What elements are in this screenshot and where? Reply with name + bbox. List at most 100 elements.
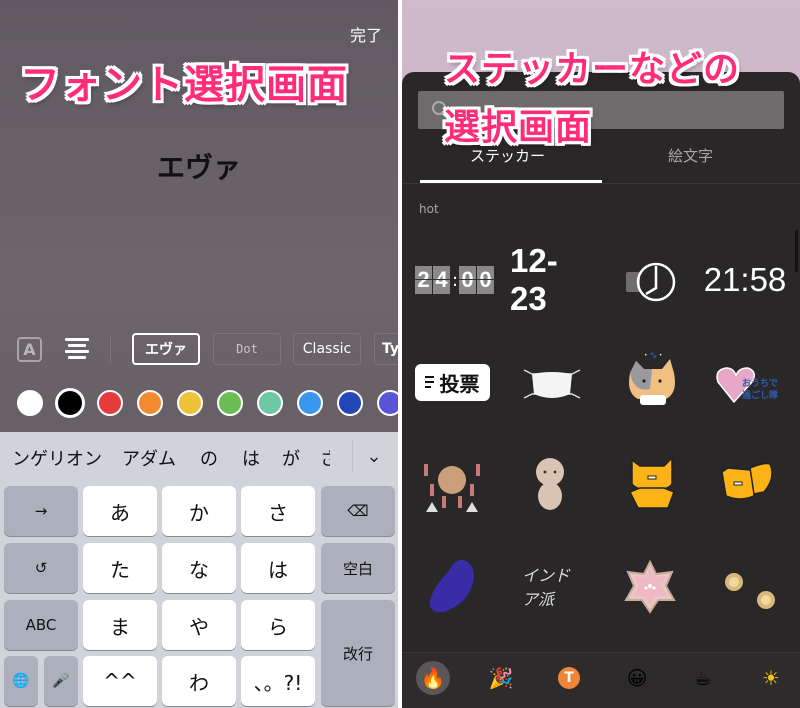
poodle-icon bbox=[536, 458, 564, 510]
sticker-mask[interactable] bbox=[520, 364, 584, 404]
next-candidate-key[interactable]: → bbox=[4, 486, 78, 536]
sticker-poodle[interactable] bbox=[522, 454, 578, 514]
sticker-purple-glitter[interactable] bbox=[424, 556, 480, 616]
kana-key[interactable]: は bbox=[241, 543, 315, 593]
stay-home-icon: おうちで 過ごし隊 bbox=[716, 367, 779, 404]
kana-key[interactable]: か bbox=[162, 486, 236, 536]
emoticon-key[interactable]: ^^ bbox=[83, 656, 157, 706]
punctuation-key[interactable]: 、。?! bbox=[241, 656, 315, 706]
color-swatch[interactable] bbox=[257, 390, 283, 416]
sticker-pomeranian[interactable] bbox=[420, 454, 484, 514]
chevron-down-icon[interactable]: ⌄ bbox=[362, 446, 386, 467]
sticker-selection-screen: ステッカー 絵文字 hot 2 4 : 0 0 12-23 21:58 投票 •… bbox=[402, 0, 800, 708]
category-coffee-icon[interactable]: ☕ bbox=[686, 661, 720, 695]
undo-key[interactable]: ↺ bbox=[4, 543, 78, 593]
sticker-flip-clock[interactable]: 2 4 : 0 0 bbox=[414, 262, 495, 298]
kana-key[interactable]: さ bbox=[241, 486, 315, 536]
category-grinning-face-icon[interactable]: 😀 bbox=[620, 661, 654, 695]
category-fire-icon[interactable]: 🔥 bbox=[416, 661, 450, 695]
tab-emoji[interactable]: 絵文字 bbox=[668, 145, 713, 166]
suggestion-divider bbox=[352, 440, 353, 472]
flip-digit: 2 bbox=[414, 266, 432, 294]
flip-digit: 0 bbox=[477, 266, 495, 294]
sticker-stay-home[interactable]: おうちで 過ごし隊 bbox=[714, 360, 782, 408]
return-key[interactable]: 改行 bbox=[321, 600, 395, 706]
done-button[interactable]: 完了 bbox=[350, 22, 382, 46]
annotation-title-line1: ステッカーなどの bbox=[444, 49, 741, 90]
font-option-dot[interactable]: Dot bbox=[213, 333, 281, 365]
text-preview[interactable]: エヴァ bbox=[0, 146, 398, 186]
sakura-cookie-icon bbox=[624, 559, 676, 614]
active-tab-indicator bbox=[420, 180, 602, 183]
flip-digit: 4 bbox=[432, 266, 450, 294]
yellow-cat-icon bbox=[628, 456, 675, 509]
color-swatch[interactable] bbox=[17, 390, 43, 416]
kana-key[interactable]: や bbox=[162, 600, 236, 650]
sticker-date[interactable]: 12-23 bbox=[510, 242, 590, 317]
flip-colon: : bbox=[451, 269, 459, 291]
color-swatch[interactable] bbox=[377, 390, 398, 416]
color-swatch[interactable] bbox=[97, 390, 123, 416]
font-option-typewriter[interactable]: Ty bbox=[374, 333, 398, 365]
yellow-cat-lying-icon bbox=[721, 462, 773, 500]
suggestion[interactable]: さ bbox=[320, 445, 330, 471]
suggestion-bar: ンゲリオン アダム の は が さ bbox=[0, 432, 398, 484]
sticker-sheet: ステッカー 絵文字 hot 2 4 : 0 0 12-23 21:58 投票 •… bbox=[402, 72, 800, 708]
color-palette bbox=[0, 388, 398, 420]
category-text-t-icon[interactable]: T bbox=[558, 667, 580, 689]
color-swatch[interactable] bbox=[217, 390, 243, 416]
sticker-digital-time[interactable]: 21:58 bbox=[702, 260, 788, 300]
calico-cat-icon: • 🐾 • bbox=[629, 352, 675, 405]
align-center-icon[interactable] bbox=[64, 338, 90, 360]
font-selection-screen: 完了 フォント選択画面 エヴァ A エヴァ Dot Classic Ty ンゲリ… bbox=[0, 0, 398, 708]
font-option-eva[interactable]: エヴァ bbox=[132, 333, 200, 365]
annotation-title: フォント選択画面 bbox=[20, 62, 348, 108]
svg-text:おうちで: おうちで bbox=[742, 378, 778, 389]
analog-clock-icon bbox=[626, 262, 676, 302]
backspace-key[interactable]: ⌫ bbox=[321, 486, 395, 536]
sticker-flower-cookies[interactable] bbox=[718, 572, 782, 612]
kana-key[interactable]: ま bbox=[83, 600, 157, 650]
kana-key[interactable]: た bbox=[83, 543, 157, 593]
color-swatch[interactable] bbox=[55, 388, 85, 418]
category-party-popper-icon[interactable]: 🎉 bbox=[484, 661, 518, 695]
suggestion[interactable]: ンゲリオン bbox=[12, 445, 102, 471]
kana-key[interactable]: な bbox=[162, 543, 236, 593]
purple-glitter-icon bbox=[429, 559, 474, 613]
toolbar-divider bbox=[110, 336, 111, 362]
abc-key[interactable]: ABC bbox=[4, 600, 78, 650]
kana-key[interactable]: わ bbox=[162, 656, 236, 706]
svg-text:• 🐾 •: • 🐾 • bbox=[644, 352, 662, 359]
sticker-yellow-cat-lying[interactable] bbox=[720, 458, 776, 506]
mask-icon bbox=[523, 369, 581, 399]
color-swatch[interactable] bbox=[177, 390, 203, 416]
sticker-category-bar: 🔥 🎉 T 😀 ☕ ☀ bbox=[402, 652, 800, 708]
sticker-indoor-script[interactable]: インドア派 bbox=[522, 566, 584, 609]
globe-icon[interactable]: 🌐 bbox=[4, 656, 38, 706]
suggestion[interactable]: の bbox=[200, 445, 218, 471]
space-key[interactable]: 空白 bbox=[321, 543, 395, 593]
section-label-hot: hot bbox=[419, 202, 439, 216]
suggestion[interactable]: は bbox=[242, 445, 260, 471]
color-swatch[interactable] bbox=[337, 390, 363, 416]
text-style-button[interactable]: A bbox=[17, 337, 42, 362]
sticker-calico-cat[interactable]: • 🐾 • bbox=[622, 348, 682, 414]
flower-cookies-icon bbox=[725, 573, 775, 609]
sticker-yellow-cat[interactable] bbox=[628, 454, 676, 510]
suggestion[interactable]: アダム bbox=[122, 445, 176, 471]
color-swatch[interactable] bbox=[137, 390, 163, 416]
sticker-analog-clock[interactable] bbox=[622, 260, 682, 304]
scrollbar[interactable] bbox=[795, 230, 798, 272]
suggestion[interactable]: が bbox=[282, 445, 300, 471]
kana-key[interactable]: あ bbox=[83, 486, 157, 536]
annotation-title-line2: 選択画面 bbox=[444, 107, 593, 148]
sticker-sakura-cookie[interactable] bbox=[622, 558, 678, 614]
category-sun-icon[interactable]: ☀ bbox=[754, 661, 788, 695]
kana-key[interactable]: ら bbox=[241, 600, 315, 650]
color-swatch[interactable] bbox=[297, 390, 323, 416]
sticker-poll[interactable]: 投票 bbox=[410, 363, 494, 401]
flip-digit: 0 bbox=[459, 266, 477, 294]
poll-icon bbox=[424, 376, 434, 388]
font-option-classic[interactable]: Classic bbox=[293, 333, 361, 365]
microphone-icon[interactable]: 🎤 bbox=[44, 656, 78, 706]
